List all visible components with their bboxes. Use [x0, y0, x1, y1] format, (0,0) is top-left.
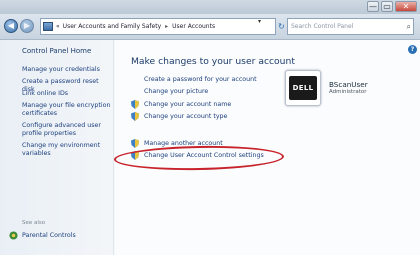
shield-icon — [131, 139, 139, 148]
address-bar: ◀ ▶ « User Accounts and Family Safety ▸ … — [0, 14, 420, 40]
account-card: DELL BScanUser Administrator — [285, 68, 415, 110]
parental-controls-icon — [9, 231, 18, 240]
title-bar: — ▭ ✕ — [0, 0, 420, 14]
sidebar-item-advanced-profile[interactable]: Configure advanced user profile properti… — [22, 122, 112, 138]
account-role: Administrator — [329, 89, 367, 95]
page-title: Make changes to your user account — [131, 56, 295, 67]
change-account-type-link[interactable]: Change your account type — [144, 113, 227, 120]
sidebar-item-manage-credentials[interactable]: Manage your credentials — [22, 66, 112, 74]
search-icon[interactable]: ⌕ — [407, 19, 411, 34]
maximize-button[interactable]: ▭ — [381, 1, 393, 12]
create-password-link[interactable]: Create a password for your account — [144, 76, 257, 83]
sidebar-item-encryption-certificates[interactable]: Manage your file encryption certificates — [22, 102, 112, 118]
user-accounts-window: — ▭ ✕ ◀ ▶ « User Accounts and Family Saf… — [0, 0, 420, 255]
control-panel-icon — [43, 22, 53, 31]
account-name: BScanUser — [329, 80, 368, 89]
change-picture-link[interactable]: Change your picture — [144, 88, 208, 95]
search-input[interactable]: Search Control Panel ⌕ — [287, 18, 414, 35]
avatar[interactable]: DELL — [285, 70, 321, 106]
crumb-user-accounts-family-safety[interactable]: User Accounts and Family Safety — [63, 23, 161, 30]
forward-button[interactable]: ▶ — [20, 19, 34, 33]
crumb-separator-icon[interactable]: ▸ — [165, 23, 168, 30]
refresh-icon[interactable]: ↻ — [276, 18, 287, 35]
sidebar-item-environment-variables[interactable]: Change my environment variables — [22, 142, 112, 158]
minimize-button[interactable]: — — [367, 1, 379, 12]
sidebar-home-link[interactable]: Control Panel Home — [22, 47, 91, 55]
shield-icon — [131, 112, 139, 121]
search-placeholder: Search Control Panel — [291, 23, 354, 30]
breadcrumb-prefix[interactable]: « — [56, 23, 60, 30]
help-icon[interactable]: ? — [408, 45, 417, 54]
close-button[interactable]: ✕ — [395, 1, 417, 12]
shield-icon — [131, 100, 139, 109]
sidebar-item-link-online-ids[interactable]: Link online IDs — [22, 90, 112, 98]
dell-logo: DELL — [289, 76, 317, 100]
sidebar: Control Panel Home Manage your credentia… — [0, 40, 114, 255]
breadcrumb[interactable]: « User Accounts and Family Safety ▸ User… — [40, 18, 276, 35]
sidebar-item-parental-controls[interactable]: Parental Controls — [22, 232, 76, 239]
crumb-user-accounts[interactable]: User Accounts — [172, 23, 215, 30]
back-button[interactable]: ◀ — [4, 19, 18, 33]
see-also-heading: See also — [22, 220, 46, 226]
chevron-down-icon[interactable]: ▾ — [258, 18, 261, 25]
change-account-name-link[interactable]: Change your account name — [144, 101, 231, 108]
